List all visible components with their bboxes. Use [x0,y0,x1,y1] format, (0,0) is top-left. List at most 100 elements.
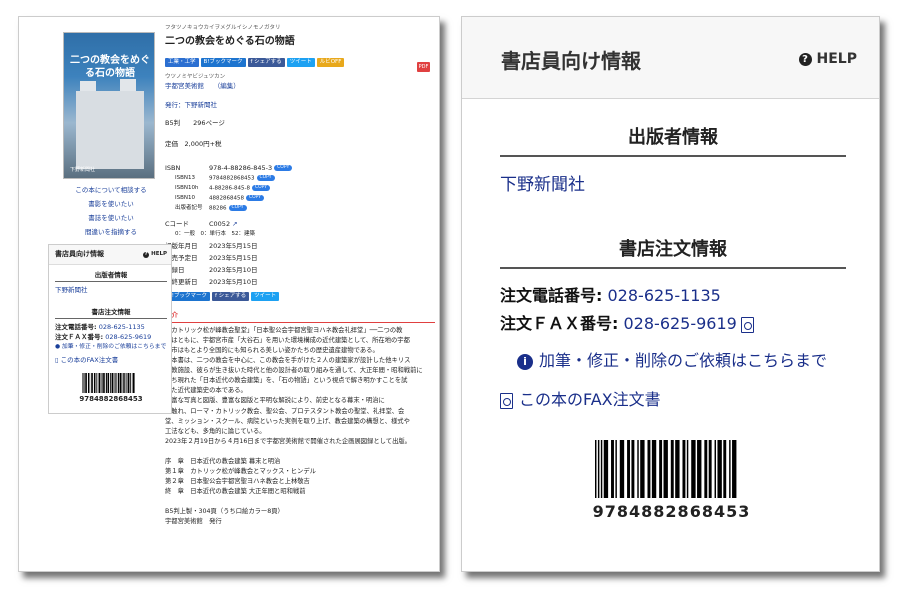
mini-publisher-name[interactable]: 下野新聞社 [55,286,88,295]
barcode-bar [682,440,686,498]
isbn13-label: ISBN13 [175,175,195,181]
barcode-bar [723,440,727,498]
barcode-bar [691,440,696,498]
intro-line: 宮市はもとより全国的にも知られる美しい姿かたちの歴史遺産建物である。 [165,347,379,355]
mini-phone[interactable]: 028-625-1135 [99,323,145,331]
pdf-download-icon[interactable]: PDF [417,62,430,72]
mini-help-icon: ? [143,252,150,258]
help-button[interactable]: ? HELP [798,51,857,67]
publisher-link[interactable]: 発行：下野新聞社 [165,101,217,110]
link-cover-use[interactable]: 書影を使いたい [47,200,175,209]
ccode: C0052 [209,220,231,228]
share-row-top: 工業・工学 B!ブックマーク f シェアする ツイート ルビOFF [165,57,346,68]
mini-help-label: HELP [151,251,167,257]
barcode-bar [697,440,702,498]
mini-fax-doc-link[interactable]: ▯ この本のFAX注文書 [55,356,118,365]
barcode-bar [132,373,135,393]
barcode-bar [83,373,84,393]
fax-order-doc-link[interactable]: この本のFAX注文書 [500,386,661,410]
barcode-bar [101,373,103,393]
price-row: 定価 2,000円+税 [165,140,222,149]
category-badge[interactable]: 工業・工学 [165,58,199,68]
barcode-bar [595,440,597,498]
toc-line: 第１章 カトリック松が峰教会とマックス・ヒンデル [165,467,316,475]
barcode-bar [122,373,124,393]
toc-line: 序 章 日本近代の教会建築 幕末と明治 [165,457,281,465]
barcode-bar [98,373,101,393]
barcode-bar [85,373,87,393]
cover-title: 二つの教会をめぐる石の物語 [70,55,150,79]
twitter-tweet-button[interactable]: ツイート [251,292,280,302]
intro-line: ト教施設、彼らが生き抜いた時代と他の設計者の取り組みを通して、大正年間・昭和戦前… [165,367,423,375]
author-link[interactable]: 宇都宮美術館 [165,82,204,90]
bookstore-title: 書店員向け情報 [501,49,641,73]
mini-fax-row: 注文ＦＡＸ番号: 028-625-9619 [55,333,151,342]
mini-fax-doc-text: この本のFAX注文書 [60,356,119,364]
barcode-bar [95,373,97,393]
facebook-share-button[interactable]: f シェアする [247,58,285,68]
ruby-toggle-button[interactable]: ルビOFF [316,58,345,68]
barcode-bar [611,440,614,498]
link-report-error[interactable]: 間違いを指摘する [47,228,175,237]
isbn-label: ISBN [165,164,181,172]
hatena-bookmark-button[interactable]: B!ブックマーク [200,58,246,68]
intro-line: 会はともに、宇都宮市産「大谷石」を用いた環境構成の近代建築として、所在地の宇都 [165,337,410,345]
external-link-icon[interactable]: ↗ [232,220,237,228]
mini-info-icon: ● [55,344,61,350]
isbn10h-row: ISBN10h 4-88286-845-8 COPY [175,185,271,192]
format: B5判 [165,119,181,127]
copy-isbn10h-button[interactable]: COPY [251,185,271,192]
ccode-label: Cコード [165,220,190,228]
copy-isbn13-button[interactable]: COPY [256,175,275,182]
barcode-bar [82,373,83,393]
help-label: HELP [816,51,857,67]
intro-line: 豊富な写真と図版、豊富な図版と平明な解説により、前史となる幕末・明治に [165,397,385,405]
copy-isbn-button[interactable]: COPY [274,164,293,172]
barcode-bar [732,440,737,498]
intro-text: 「カトリック松が峰教会聖堂」「日本聖公会宇都宮聖ヨハネ教会礼拝堂」──二つの教 … [165,326,435,527]
link-consult[interactable]: この本について相談する [47,186,175,195]
barcode-bar [651,440,657,498]
barcode-bar [597,440,600,498]
publisher-name-link[interactable]: 下野新聞社 [500,170,585,195]
isbn10h-label: ISBN10h [175,185,199,191]
pubcode-label: 出版者記号 [175,205,203,211]
isbn10: 4882868458 [209,195,244,202]
copy-pubcode-button[interactable]: COPY [228,205,247,212]
date-value: 2023年5月10日 [209,266,258,274]
intro-line: 工法なども、多角的に論じている。 [165,427,266,435]
barcode-bar [126,373,127,393]
barcode-bar [647,440,651,498]
correction-link[interactable]: i 加筆・修正・削除のご依頼はこちらまで [517,347,827,371]
price-label: 定価 [165,140,178,148]
facebook-share-button[interactable]: f シェアする [211,292,250,302]
pubcode-row: 出版者記号 88286 COPY [175,205,247,212]
mini-fax[interactable]: 028-625-9619 [105,333,151,341]
intro-line: たち現れた「日本近代の教会建築」を、「石の物語」という視点で解き明かすことを試 [165,377,408,385]
author-kana: ウツノミヤビジュツカン [165,74,226,80]
barcode-bar [93,373,96,393]
mini-help-button[interactable]: ? HELP [143,251,167,258]
fax-number-link[interactable]: 028-625-9619 [624,314,737,333]
ccode-description: 0：一般 0：単行本 52：建築 [175,231,255,237]
barcode-bar [91,373,93,393]
pdf-file-icon[interactable] [740,316,754,333]
order-heading: 書店注文情報 [500,235,846,269]
bookstore-header: 書店員向け情報 ? HELP [462,17,879,99]
barcode-bar [627,440,630,498]
mini-correction-text: 加筆・修正・削除のご依頼はこちらまで [61,344,167,350]
bookstore-info-panel: 書店員向け情報 ? HELP 出版者情報 下野新聞社 書店注文情報 注文電話番号:… [461,16,880,572]
mini-phone-row: 注文電話番号: 028-625-1135 [55,323,145,332]
copy-isbn10-button[interactable]: COPY [246,195,265,202]
twitter-tweet-button[interactable]: ツイート [286,58,315,68]
spec-line: B5判上製・304頁（うち口絵カラー8頁） [165,508,284,515]
pdf-file-icon [500,392,513,409]
barcode-bar [729,440,731,498]
isbn13: 9784882868453 [209,175,255,182]
date-value: 2023年5月15日 [209,254,258,262]
mini-correction-link[interactable]: ● 加筆・修正・削除のご依頼はこちらまで [55,344,166,352]
mini-pdf-icon: ▯ [55,356,59,364]
book-cover-image[interactable]: 二つの教会をめぐる石の物語 下野新聞社 [63,32,155,179]
phone-number-link[interactable]: 028-625-1135 [608,286,721,305]
link-biblio-use[interactable]: 書誌を使いたい [47,214,175,223]
